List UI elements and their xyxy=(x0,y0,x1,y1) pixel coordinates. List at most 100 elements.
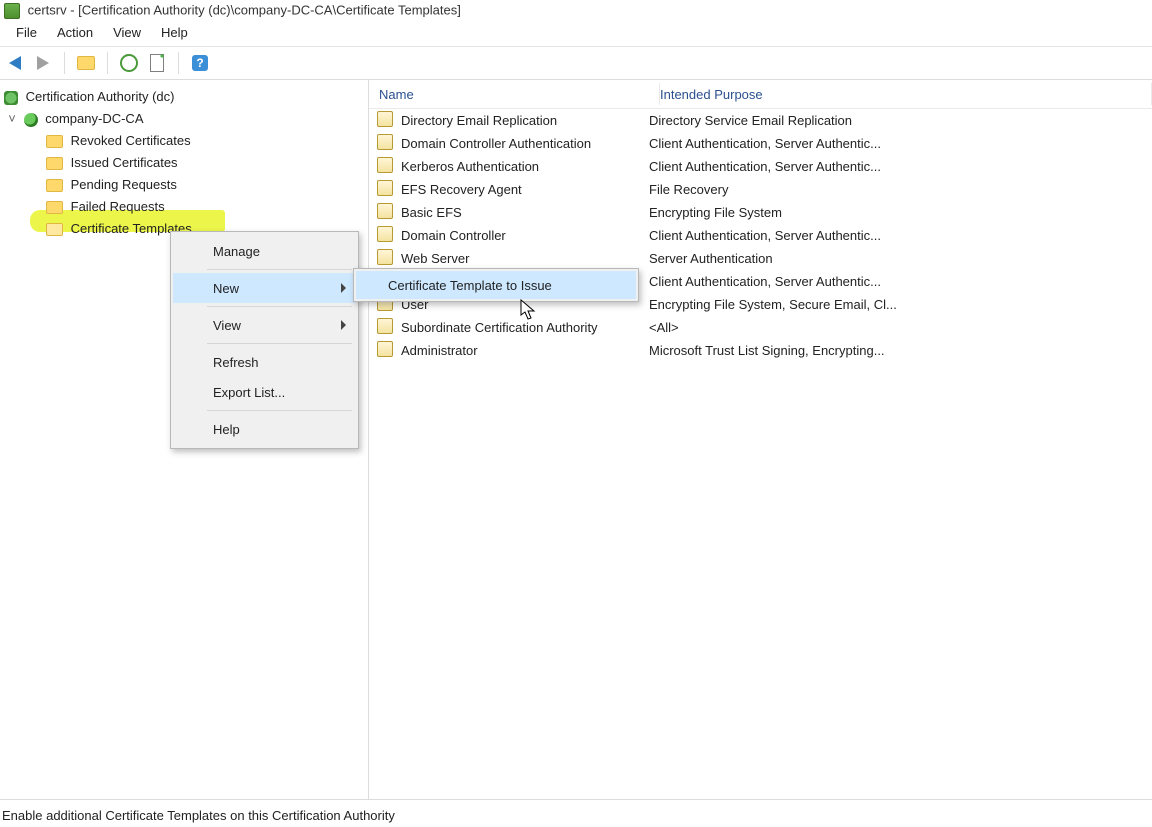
column-header-name[interactable]: Name xyxy=(369,87,659,102)
grid-header: Name Intended Purpose xyxy=(369,80,1152,109)
context-menu-item-refresh[interactable]: Refresh xyxy=(173,347,356,377)
menu-view[interactable]: View xyxy=(103,20,151,46)
context-menu-item-label: Help xyxy=(213,422,240,437)
toolbar-refresh-button[interactable] xyxy=(118,52,140,74)
toolbar-forward-button[interactable] xyxy=(32,52,54,74)
submenu-item-cert-template-to-issue[interactable]: Certificate Template to Issue xyxy=(356,271,636,299)
cell-name: Domain Controller Authentication xyxy=(401,136,649,151)
template-icon xyxy=(369,157,401,176)
context-menu-separator xyxy=(207,343,352,344)
folder-icon xyxy=(46,179,63,192)
context-menu: Manage New View Refresh Export List... H… xyxy=(170,231,359,449)
cell-intended-purpose: File Recovery xyxy=(649,182,929,197)
grid-row[interactable]: Web ServerServer Authentication xyxy=(369,247,1152,270)
context-menu-separator xyxy=(207,306,352,307)
folder-up-icon xyxy=(77,56,95,70)
grid-row[interactable]: Domain ControllerClient Authentication, … xyxy=(369,224,1152,247)
titlebar: certsrv - [Certification Authority (dc)\… xyxy=(0,0,1152,20)
toolbar-up-button[interactable] xyxy=(75,52,97,74)
context-submenu: Certificate Template to Issue xyxy=(353,268,639,302)
cell-name: Web Server xyxy=(401,251,649,266)
template-icon xyxy=(369,111,401,130)
template-icon xyxy=(369,249,401,268)
grid-row[interactable]: AdministratorMicrosoft Trust List Signin… xyxy=(369,339,1152,362)
template-icon xyxy=(369,318,401,337)
tree-item-label: Pending Requests xyxy=(71,177,177,192)
folder-open-icon xyxy=(46,223,63,236)
grid-row[interactable]: Subordinate Certification Authority<All> xyxy=(369,316,1152,339)
template-icon xyxy=(369,134,401,153)
ca-root-icon xyxy=(24,113,38,127)
content-pane: Name Intended Purpose Directory Email Re… xyxy=(369,80,1152,799)
context-menu-item-view[interactable]: View xyxy=(173,310,356,340)
cell-intended-purpose: Encrypting File System xyxy=(649,205,929,220)
grid-row[interactable]: Domain Controller AuthenticationClient A… xyxy=(369,132,1152,155)
tree-item-revoked[interactable]: Revoked Certificates xyxy=(0,130,368,152)
tree-ca-node[interactable]: ˅ company-DC-CA xyxy=(0,108,368,130)
context-menu-item-label: Export List... xyxy=(213,385,285,400)
grid-row[interactable]: Directory Email ReplicationDirectory Ser… xyxy=(369,109,1152,132)
toolbar-back-button[interactable] xyxy=(4,52,26,74)
tree-item-failed[interactable]: Failed Requests xyxy=(0,196,368,218)
menubar: File Action View Help xyxy=(0,20,1152,47)
toolbar-help-button[interactable]: ? xyxy=(189,52,211,74)
context-menu-item-manage[interactable]: Manage xyxy=(173,236,356,266)
context-menu-item-label: Refresh xyxy=(213,355,259,370)
context-menu-separator xyxy=(207,410,352,411)
cell-intended-purpose: Client Authentication, Server Authentic.… xyxy=(649,274,929,289)
status-text: Enable additional Certificate Templates … xyxy=(2,808,395,823)
submenu-indicator-icon xyxy=(341,320,346,330)
context-menu-item-new[interactable]: New xyxy=(173,273,356,303)
cell-name: Subordinate Certification Authority xyxy=(401,320,649,335)
cell-name: Basic EFS xyxy=(401,205,649,220)
template-icon xyxy=(369,341,401,360)
context-menu-item-export[interactable]: Export List... xyxy=(173,377,356,407)
context-menu-separator xyxy=(207,269,352,270)
toolbar-separator xyxy=(178,52,179,74)
toolbar-export-button[interactable] xyxy=(146,52,168,74)
refresh-icon xyxy=(120,54,138,72)
tree-item-pending[interactable]: Pending Requests xyxy=(0,174,368,196)
cell-name: Directory Email Replication xyxy=(401,113,649,128)
window-title: certsrv - [Certification Authority (dc)\… xyxy=(28,3,461,18)
tree-item-label: Issued Certificates xyxy=(71,155,178,170)
tree-item-label: Failed Requests xyxy=(71,199,165,214)
toolbar-separator xyxy=(107,52,108,74)
toolbar: ? xyxy=(0,47,1152,80)
grid-row[interactable]: Basic EFSEncrypting File System xyxy=(369,201,1152,224)
cell-intended-purpose: Client Authentication, Server Authentic.… xyxy=(649,136,929,151)
folder-icon xyxy=(46,157,63,170)
grid-row[interactable]: EFS Recovery AgentFile Recovery xyxy=(369,178,1152,201)
back-arrow-icon xyxy=(9,56,21,70)
help-icon: ? xyxy=(192,55,208,71)
column-header-purpose[interactable]: Intended Purpose xyxy=(660,87,940,102)
menu-file[interactable]: File xyxy=(6,20,47,46)
template-icon xyxy=(369,226,401,245)
app-icon xyxy=(4,3,20,19)
cert-authority-icon xyxy=(4,91,18,105)
submenu-indicator-icon xyxy=(341,283,346,293)
cell-name: Administrator xyxy=(401,343,649,358)
cell-intended-purpose: Server Authentication xyxy=(649,251,929,266)
tree-root[interactable]: Certification Authority (dc) xyxy=(0,86,368,108)
tree-item-label: Revoked Certificates xyxy=(71,133,191,148)
grid-row[interactable]: Kerberos AuthenticationClient Authentica… xyxy=(369,155,1152,178)
cell-name: EFS Recovery Agent xyxy=(401,182,649,197)
forward-arrow-icon xyxy=(37,56,49,70)
tree-item-issued[interactable]: Issued Certificates xyxy=(0,152,368,174)
context-menu-item-label: View xyxy=(213,318,241,333)
cell-intended-purpose: <All> xyxy=(649,320,929,335)
cell-intended-purpose: Directory Service Email Replication xyxy=(649,113,929,128)
menu-help[interactable]: Help xyxy=(151,20,198,46)
cell-name: Kerberos Authentication xyxy=(401,159,649,174)
cell-intended-purpose: Client Authentication, Server Authentic.… xyxy=(649,228,929,243)
submenu-item-label: Certificate Template to Issue xyxy=(388,278,552,293)
toolbar-separator xyxy=(64,52,65,74)
tree-expander-icon[interactable]: ˅ xyxy=(4,108,20,130)
export-list-icon xyxy=(150,54,164,72)
context-menu-item-label: New xyxy=(213,281,239,296)
menu-action[interactable]: Action xyxy=(47,20,103,46)
context-menu-item-help[interactable]: Help xyxy=(173,414,356,444)
template-icon xyxy=(369,203,401,222)
folder-icon xyxy=(46,201,63,214)
